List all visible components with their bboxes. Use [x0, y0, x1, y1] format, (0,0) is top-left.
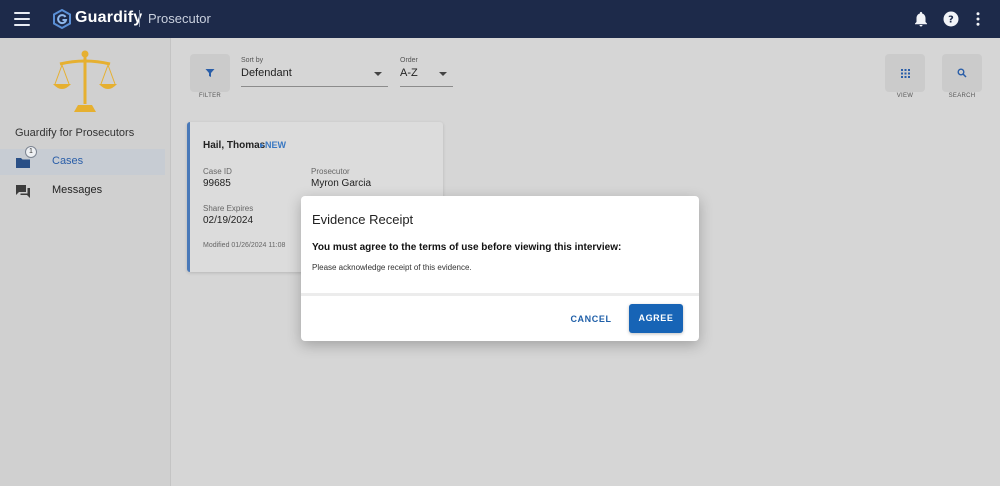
- sidebar-item-label: Cases: [52, 155, 84, 167]
- guardify-logo-icon: [53, 9, 71, 29]
- app-header: Guardify Prosecutor ?: [0, 0, 1000, 38]
- share-expires-label: Share Expires: [203, 204, 254, 213]
- sidebar-item-messages[interactable]: Messages: [0, 178, 165, 204]
- svg-text:?: ?: [948, 14, 954, 25]
- sort-by-select[interactable]: Sort by Defendant: [241, 55, 388, 87]
- dialog-title: Evidence Receipt: [312, 212, 414, 227]
- sort-by-value: Defendant: [241, 67, 292, 79]
- dialog-heading: You must agree to the terms of use befor…: [312, 242, 622, 253]
- grid-view-icon: [900, 68, 910, 78]
- prosecutor-label: Prosecutor: [311, 167, 350, 176]
- caret-right-icon: [260, 143, 264, 148]
- brand-divider: [139, 10, 140, 27]
- sidebar-title: Guardify for Prosecutors: [15, 127, 135, 139]
- dialog-divider: [301, 293, 699, 296]
- agree-button[interactable]: AGREE: [629, 304, 683, 333]
- help-icon[interactable]: ?: [942, 10, 960, 28]
- case-id-value: 99685: [203, 178, 231, 189]
- cases-count-badge: 1: [25, 146, 37, 158]
- dialog-message: Please acknowledge receipt of this evide…: [312, 263, 472, 272]
- order-label: Order: [400, 57, 418, 64]
- search-label: SEARCH: [948, 93, 976, 99]
- filter-label: FILTER: [198, 93, 222, 99]
- bell-icon[interactable]: [912, 10, 930, 28]
- order-select[interactable]: Order A-Z: [400, 55, 453, 87]
- share-expires-value: 02/19/2024: [203, 215, 254, 226]
- view-label: VIEW: [896, 93, 914, 99]
- chevron-down-icon: [374, 72, 382, 76]
- more-vert-icon[interactable]: [969, 10, 987, 28]
- search-icon: [957, 68, 967, 78]
- sort-by-label: Sort by: [241, 57, 264, 64]
- filter-icon: [205, 69, 215, 77]
- order-value: A-Z: [400, 67, 418, 79]
- defendant-name: Hail, Thomas: [203, 140, 266, 151]
- chevron-down-icon: [439, 72, 447, 76]
- modified-timestamp: Modified 01/26/2024 11:08: [203, 242, 286, 249]
- sidebar-item-cases[interactable]: 1 Cases: [0, 146, 165, 175]
- prosecutor-value: Myron Garcia: [311, 178, 372, 189]
- status-badge: NEW: [265, 140, 286, 150]
- evidence-receipt-dialog: Evidence Receipt You must agree to the t…: [301, 196, 699, 341]
- menu-icon[interactable]: [14, 12, 30, 26]
- view-button[interactable]: [885, 54, 925, 92]
- brand-name: Guardify: [75, 9, 143, 26]
- app-role-label: Prosecutor: [148, 11, 211, 26]
- case-id-label: Case ID: [203, 167, 232, 176]
- cancel-button[interactable]: CANCEL: [563, 306, 619, 332]
- chat-icon: [16, 185, 30, 198]
- scales-of-justice-icon: [53, 50, 117, 112]
- sidebar: Guardify for Prosecutors 1 Cases Message…: [0, 38, 171, 486]
- filter-button[interactable]: [190, 54, 230, 92]
- sidebar-item-label: Messages: [52, 184, 103, 196]
- search-button[interactable]: [942, 54, 982, 92]
